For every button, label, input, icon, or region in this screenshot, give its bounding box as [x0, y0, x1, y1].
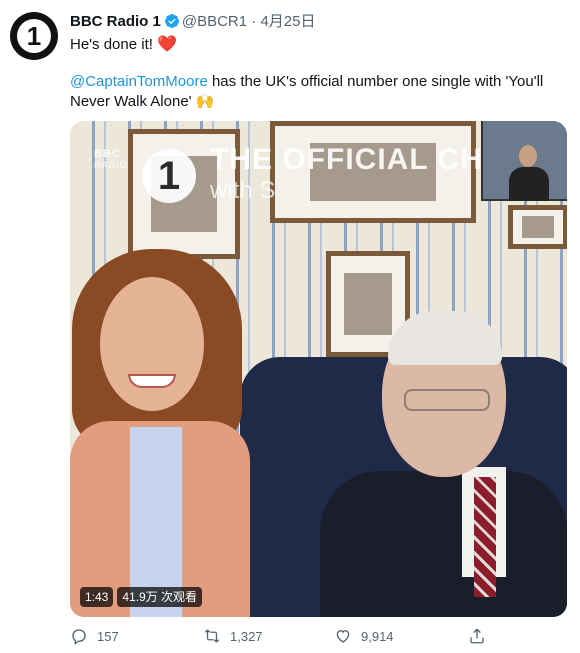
overlay-subtitle: with S: [210, 177, 276, 204]
account-name[interactable]: BBC Radio 1: [70, 13, 161, 30]
heart-icon: [336, 630, 350, 643]
account-handle[interactable]: @BBCR1: [182, 13, 247, 30]
retweet-icon: [204, 629, 220, 643]
man-coat: [320, 471, 567, 617]
bbc-radio-logo: BBC RADIO: [94, 148, 128, 171]
video-badges: 1:43 41.9万 次观看: [80, 587, 203, 607]
wall-frame: [508, 205, 567, 249]
video-view-count: 41.9万 次观看: [117, 587, 203, 607]
share-button[interactable]: [468, 627, 486, 645]
video-player[interactable]: BBC RADIO 1 THE OFFICIAL CHART with S 1:…: [70, 121, 567, 617]
reply-count: 157: [97, 628, 119, 644]
woman-smile: [128, 374, 176, 388]
mention-link[interactable]: @CaptainTomMoore: [70, 73, 208, 90]
like-button[interactable]: 9,914: [334, 627, 394, 645]
avatar-logo: 1: [17, 19, 51, 53]
woman-face: [100, 277, 204, 411]
reply-icon: [72, 629, 86, 645]
tweet-header: BBC Radio 1 @BBCR1 · 4月25日: [70, 12, 315, 32]
inset-video: [481, 121, 567, 201]
video-duration: 1:43: [80, 587, 114, 607]
retweet-button[interactable]: 1,327: [203, 627, 263, 645]
heart-emoji-icon: ❤️: [157, 36, 178, 53]
tweet-actions: 157 1,327 9,914: [70, 627, 570, 649]
like-count: 9,914: [361, 628, 394, 644]
tweet-text-line1: He's done it! ❤️: [70, 35, 177, 55]
tweet-text: He's done it!: [70, 36, 153, 53]
tweet-text-line2: @CaptainTomMoore has the UK's official n…: [70, 72, 560, 112]
raised-hands-emoji-icon: 🙌: [195, 93, 215, 110]
man-tie: [474, 477, 496, 597]
verified-badge-icon: [164, 14, 179, 28]
tweet: 1 BBC Radio 1 @BBCR1 · 4月25日 He's done it…: [0, 0, 580, 653]
reply-button[interactable]: 157: [70, 627, 119, 645]
man-glasses: [404, 389, 490, 411]
radio-1-logo: 1: [142, 149, 196, 203]
tweet-date[interactable]: 4月25日: [260, 13, 315, 30]
avatar[interactable]: 1: [10, 12, 58, 60]
retweet-count: 1,327: [230, 628, 263, 644]
share-icon: [470, 628, 484, 644]
separator-dot: ·: [251, 13, 257, 30]
